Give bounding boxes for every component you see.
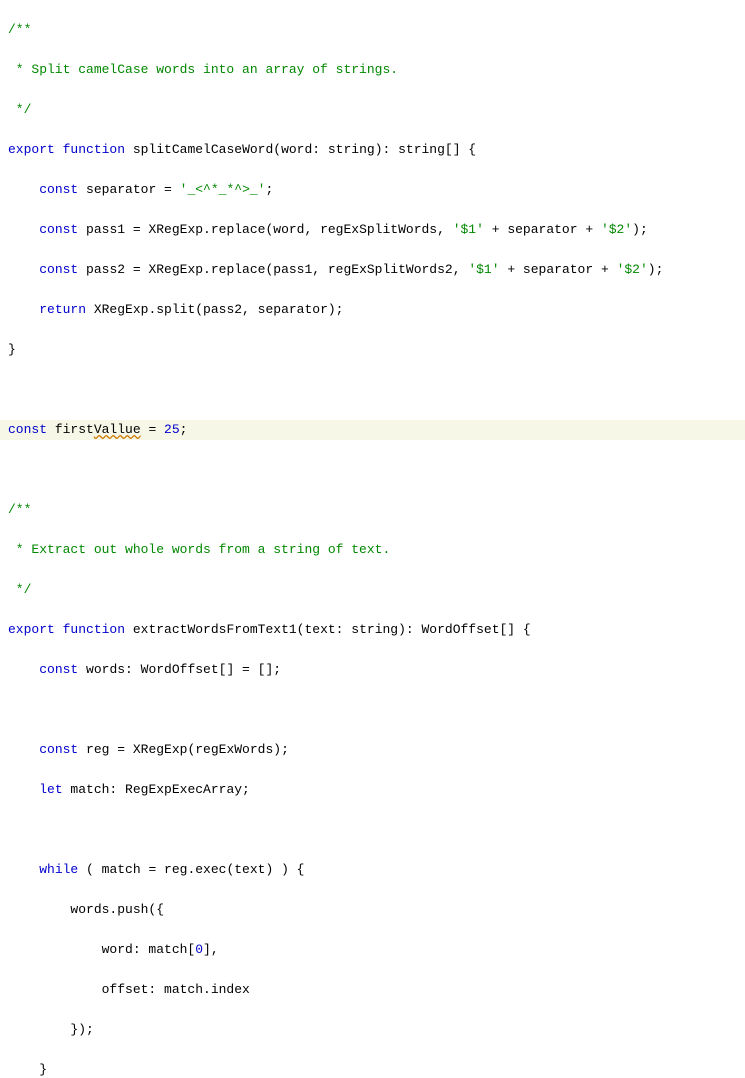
code-text: + separator + (484, 222, 601, 237)
code-line[interactable]: */ (0, 100, 745, 120)
code-text: splitCamelCaseWord(word: string): string… (125, 142, 476, 157)
code-line[interactable]: return XRegExp.split(pass2, separator); (0, 300, 745, 320)
comment-text: */ (8, 102, 31, 117)
keyword: const (39, 262, 78, 277)
code-line[interactable]: } (0, 340, 745, 360)
code-line[interactable]: }); (0, 1020, 745, 1040)
code-line[interactable]: */ (0, 580, 745, 600)
code-text: } (8, 1062, 47, 1077)
number-literal: 25 (164, 422, 180, 437)
code-text: words.push({ (8, 902, 164, 917)
code-text: extractWordsFromText1(text: string): Wor… (125, 622, 531, 637)
code-text: ], (203, 942, 219, 957)
code-line[interactable]: * Extract out whole words from a string … (0, 540, 745, 560)
code-text: = (141, 422, 164, 437)
code-text (8, 862, 39, 877)
code-text (8, 782, 39, 797)
code-line[interactable]: let match: RegExpExecArray; (0, 780, 745, 800)
code-text: ); (632, 222, 648, 237)
keyword: let (39, 782, 62, 797)
keyword: const (39, 182, 78, 197)
code-editor[interactable]: /** * Split camelCase words into an arra… (0, 0, 745, 1078)
string-literal: '$1' (453, 222, 484, 237)
code-text (8, 742, 39, 757)
code-line[interactable]: words.push({ (0, 900, 745, 920)
code-text: ( match = reg.exec(text) ) { (78, 862, 304, 877)
spell-error[interactable]: Vallue (94, 422, 141, 437)
code-line[interactable]: export function extractWordsFromText1(te… (0, 620, 745, 640)
code-line[interactable]: while ( match = reg.exec(text) ) { (0, 860, 745, 880)
code-text (8, 662, 39, 677)
code-text: XRegExp.split(pass2, separator); (86, 302, 343, 317)
code-line[interactable]: const pass1 = XRegExp.replace(word, regE… (0, 220, 745, 240)
code-line[interactable]: } (0, 1060, 745, 1078)
code-line[interactable]: const separator = '_<^*_*^>_'; (0, 180, 745, 200)
number-literal: 0 (195, 942, 203, 957)
code-text: ); (648, 262, 664, 277)
code-line[interactable]: const reg = XRegExp(regExWords); (0, 740, 745, 760)
code-line[interactable]: * Split camelCase words into an array of… (0, 60, 745, 80)
keyword: function (63, 622, 125, 637)
keyword: const (39, 222, 78, 237)
keyword: const (39, 662, 78, 677)
keyword: export (8, 142, 55, 157)
comment-text: /** (8, 22, 31, 37)
code-line[interactable] (0, 700, 745, 720)
code-text: + separator + (500, 262, 617, 277)
code-text (55, 142, 63, 157)
code-line[interactable]: word: match[0], (0, 940, 745, 960)
code-line[interactable]: export function splitCamelCaseWord(word:… (0, 140, 745, 160)
code-line[interactable]: const pass2 = XRegExp.replace(pass1, reg… (0, 260, 745, 280)
code-text: separator = (78, 182, 179, 197)
keyword: function (63, 142, 125, 157)
code-text (8, 222, 39, 237)
code-text (8, 182, 39, 197)
code-line[interactable] (0, 460, 745, 480)
code-text: ; (180, 422, 188, 437)
code-text: }); (8, 1022, 94, 1037)
code-text: reg = XRegExp(regExWords); (78, 742, 289, 757)
code-text: first (47, 422, 94, 437)
code-line[interactable]: /** (0, 500, 745, 520)
keyword: const (39, 742, 78, 757)
code-text: } (8, 342, 16, 357)
code-text: offset: match.index (8, 982, 250, 997)
comment-text: /** (8, 502, 31, 517)
code-text: word: match[ (8, 942, 195, 957)
keyword: const (8, 422, 47, 437)
keyword: return (39, 302, 86, 317)
comment-text: * Split camelCase words into an array of… (8, 62, 398, 77)
code-text (8, 302, 39, 317)
code-text (8, 262, 39, 277)
comment-text: */ (8, 582, 31, 597)
code-line[interactable]: offset: match.index (0, 980, 745, 1000)
string-literal: '$2' (617, 262, 648, 277)
code-line-highlighted[interactable]: const firstVallue = 25; (0, 420, 745, 440)
keyword: export (8, 622, 55, 637)
code-line[interactable] (0, 380, 745, 400)
comment-text: * Extract out whole words from a string … (8, 542, 390, 557)
code-text: words: WordOffset[] = []; (78, 662, 281, 677)
string-literal: '_<^*_*^>_' (180, 182, 266, 197)
code-line[interactable] (0, 820, 745, 840)
string-literal: '$1' (468, 262, 499, 277)
code-line[interactable]: /** (0, 20, 745, 40)
code-line[interactable]: const words: WordOffset[] = []; (0, 660, 745, 680)
code-text: ; (265, 182, 273, 197)
code-text: pass1 = XRegExp.replace(word, regExSplit… (78, 222, 452, 237)
code-text (55, 622, 63, 637)
keyword: while (39, 862, 78, 877)
string-literal: '$2' (601, 222, 632, 237)
code-text: match: RegExpExecArray; (63, 782, 250, 797)
code-text: pass2 = XRegExp.replace(pass1, regExSpli… (78, 262, 468, 277)
